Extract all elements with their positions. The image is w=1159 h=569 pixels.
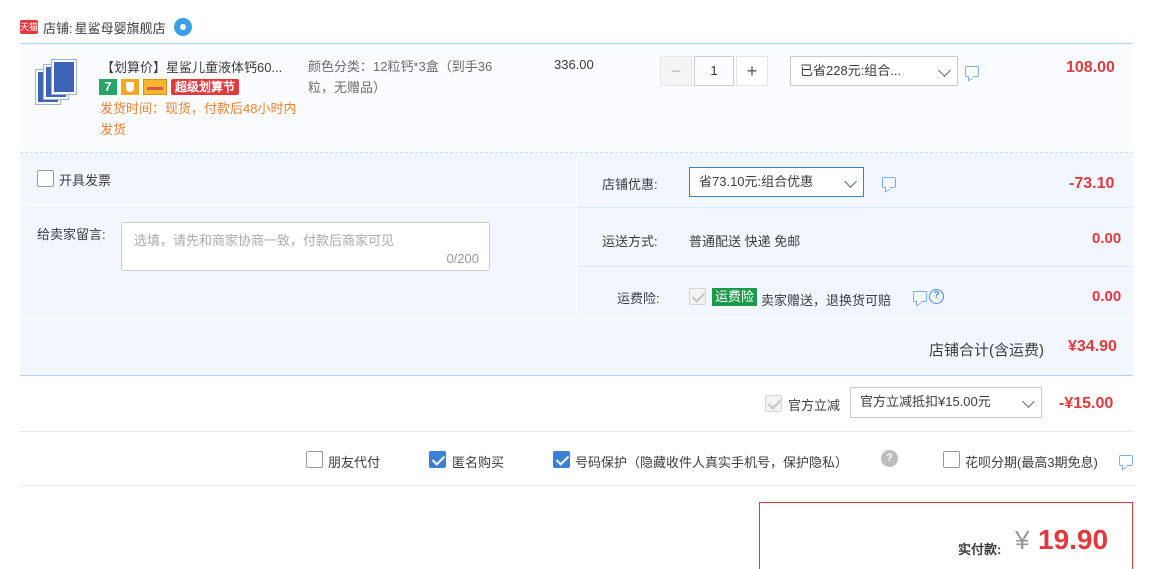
anonymous-label: 匿名购买 bbox=[452, 455, 505, 470]
payment-currency: ¥ bbox=[1015, 525, 1030, 555]
phone-protect-label: 号码保护（隐藏收件人真实手机号，保护隐私） bbox=[575, 455, 849, 470]
shop-header: 天猫 店铺: 星鲨母婴旗舰店 bbox=[20, 12, 192, 42]
divider bbox=[577, 266, 1133, 267]
huabei-label: 花呗分期(最高3期免息) bbox=[965, 455, 1098, 470]
payment-amount: 19.90 bbox=[1038, 524, 1109, 555]
divider bbox=[20, 375, 1133, 376]
invoice-checkbox[interactable] bbox=[37, 170, 54, 187]
chevron-down-icon bbox=[844, 175, 857, 188]
shop-total-amount: ¥34.90 bbox=[1068, 338, 1117, 355]
phone-protect-checkbox[interactable] bbox=[553, 451, 570, 468]
message-counter: 0/200 bbox=[446, 251, 479, 266]
divider bbox=[20, 431, 1133, 432]
invoice-label: 开具发票 bbox=[59, 173, 112, 188]
shop-total-label: 店铺合计(含运费) bbox=[929, 342, 1044, 359]
seven-day-return-icon: 7 bbox=[99, 79, 117, 95]
insurance-label: 运费险: bbox=[617, 291, 660, 306]
official-discount-checkbox bbox=[765, 395, 782, 412]
shop-discount-amount: -73.10 bbox=[1069, 175, 1115, 192]
shipping-label: 运送方式: bbox=[602, 234, 658, 249]
chevron-down-icon bbox=[1022, 395, 1035, 408]
message-placeholder: 选填，请先和商家协商一致，付款后商家可见 bbox=[134, 233, 395, 248]
tmall-icon: 天猫 bbox=[20, 20, 39, 34]
insurance-checkbox bbox=[689, 288, 706, 305]
official-discount-select[interactable]: 官方立减抵扣¥15.00元 bbox=[850, 387, 1042, 418]
item-subtotal: 108.00 bbox=[1066, 59, 1115, 76]
insurance-text: 卖家赠送，退换货可赔 bbox=[761, 293, 892, 308]
qty-increase-button[interactable]: + bbox=[736, 56, 768, 86]
qty-input[interactable]: 1 bbox=[694, 56, 734, 86]
insurance-tag: 运费险 bbox=[712, 288, 758, 306]
insurance-amount: 0.00 bbox=[1092, 288, 1122, 305]
shop-label: 店铺: bbox=[43, 20, 73, 36]
anonymous-checkbox[interactable] bbox=[429, 451, 446, 468]
payment-label: 实付款: bbox=[958, 542, 1002, 557]
item-discount-value: 已省228元:组合... bbox=[800, 63, 902, 78]
official-discount-label: 官方立减 bbox=[788, 398, 841, 413]
shop-discount-label: 店铺优惠: bbox=[602, 177, 658, 192]
huabei-checkbox[interactable] bbox=[943, 451, 960, 468]
question-icon[interactable]: ? bbox=[929, 289, 944, 304]
divider bbox=[20, 485, 1133, 486]
chat-icon[interactable] bbox=[1119, 455, 1133, 466]
quantity-stepper: − 1 + bbox=[660, 56, 768, 86]
insurance-shield-icon bbox=[121, 79, 139, 95]
chevron-down-icon bbox=[938, 64, 951, 77]
question-icon[interactable]: ? bbox=[881, 450, 898, 467]
credit-card-icon bbox=[143, 79, 167, 95]
delivery-time: 发货时间：现货，付款后48小时内发货 bbox=[100, 101, 297, 137]
chat-icon[interactable] bbox=[913, 291, 927, 302]
shop-discount-select[interactable]: 省73.10元:组合优惠 bbox=[689, 167, 864, 197]
product-tags: 7 超级划算节 bbox=[99, 79, 240, 95]
message-label: 给卖家留言: bbox=[37, 227, 106, 242]
official-discount-value: 官方立减抵扣¥15.00元 bbox=[860, 394, 991, 409]
item-discount-select[interactable]: 已省228元:组合... bbox=[790, 56, 958, 86]
promo-badge: 超级划算节 bbox=[171, 79, 240, 95]
wangwang-chat-icon[interactable] bbox=[173, 18, 192, 36]
product-thumbnail[interactable] bbox=[34, 60, 82, 108]
shipping-method: 普通配送 快递 免邮 bbox=[689, 234, 801, 249]
shop-discount-value: 省73.10元:组合优惠 bbox=[699, 174, 814, 189]
friend-pay-label: 朋友代付 bbox=[328, 455, 381, 470]
qty-decrease-button[interactable]: − bbox=[660, 56, 692, 86]
shop-name-link[interactable]: 星鲨母婴旗舰店 bbox=[75, 18, 166, 37]
divider bbox=[577, 207, 1133, 208]
unit-price: 336.00 bbox=[554, 57, 594, 72]
official-discount-amount: -¥15.00 bbox=[1059, 395, 1114, 412]
chat-icon[interactable] bbox=[882, 177, 896, 188]
product-sku: 颜色分类：12粒钙*3盒（到手36粒，无赠品） bbox=[308, 59, 493, 95]
seller-message-input[interactable]: 选填，请先和商家协商一致，付款后商家可见 0/200 bbox=[121, 222, 490, 271]
chat-icon[interactable] bbox=[965, 66, 979, 77]
friend-pay-checkbox[interactable] bbox=[306, 451, 323, 468]
product-title-link[interactable]: 【划算价】星鲨儿童液体钙60... bbox=[101, 57, 299, 76]
shipping-amount: 0.00 bbox=[1092, 230, 1122, 247]
